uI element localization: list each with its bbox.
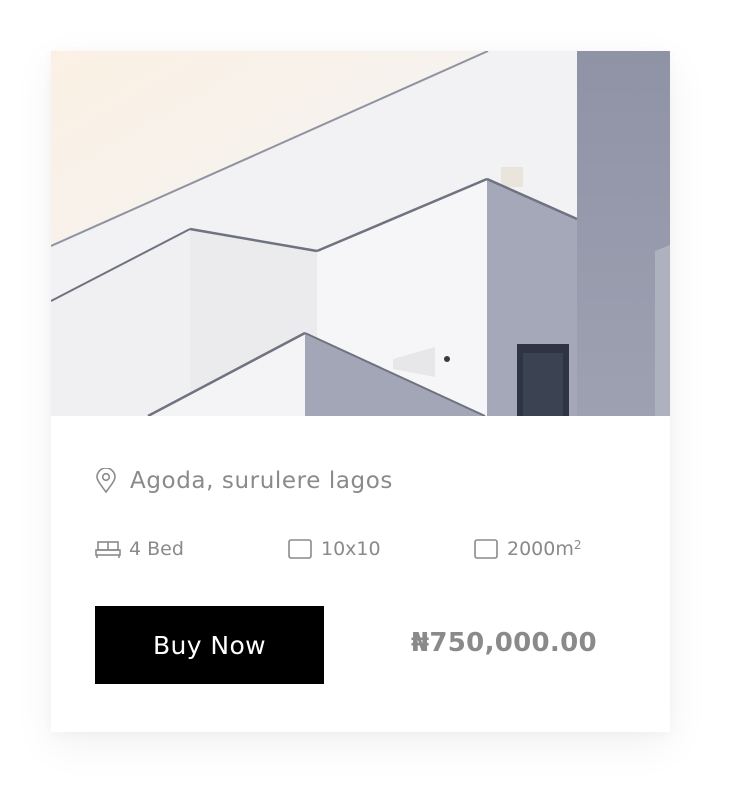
square-icon [474,539,498,559]
bed-count: 4 Bed [129,538,184,560]
property-card: Agoda, surulere lagos 4 Bed 10x10 2000m 2 [51,51,670,732]
feature-room-size: 10x10 [287,534,381,564]
room-size: 10x10 [321,538,381,560]
price: ₦750,000.00 [411,628,597,658]
area-unit-superscript: 2 [573,538,582,552]
features-row: 4 Bed 10x10 2000m 2 [95,534,635,564]
location-row: Agoda, surulere lagos [95,465,393,497]
bed-icon [95,541,121,558]
feature-area: 2000m 2 [473,534,582,564]
property-photo [51,51,670,416]
square-icon [288,539,312,559]
feature-bed: 4 Bed [95,534,184,564]
buy-now-button[interactable]: Buy Now [95,606,324,684]
map-pin-icon [96,468,116,494]
area-value: 2000m [507,538,574,560]
location-text: Agoda, surulere lagos [130,468,394,494]
